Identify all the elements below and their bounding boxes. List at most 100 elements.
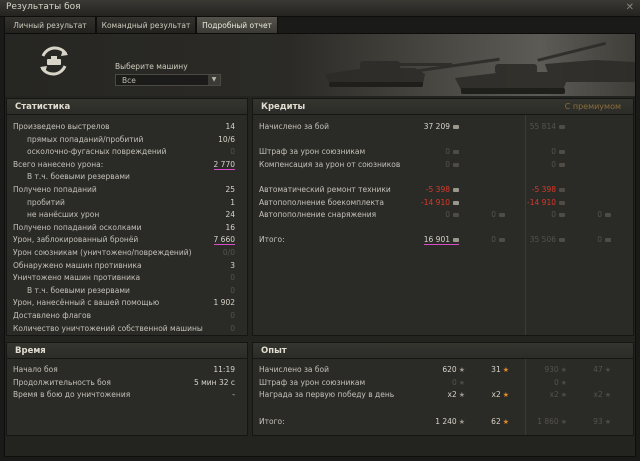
credit-value-a: 0 [445,210,459,219]
stat-row: В т.ч. боевыми резервами 0 [7,286,247,299]
xp-label: Награда за первую победу в день [259,390,395,400]
credits-icon [559,150,565,155]
stat-label: Количество уничтожений собственной машин… [13,323,203,333]
credit-value-d: 0 [597,210,611,219]
stat-row: Произведено выстрелов 14 [7,122,247,135]
credit-row: Автопополнение боекомплекта -14 910 -14 91… [253,198,633,211]
credit-value-a: -5 398 [426,185,459,194]
experience-header: Опыт [253,343,633,359]
credits-icon [559,188,565,192]
xp-amount: 930 [544,365,559,374]
credit-amount: 37 209 [423,122,450,131]
stat-row: Уничтожено машин противника 0 [7,273,247,286]
credit-value-a: 0 [445,147,459,156]
dropdown-arrow-icon[interactable]: ▼ [208,75,220,85]
credit-value-a: 16 901 [423,235,459,246]
credit-amount: -14 910 [421,197,450,207]
free-xp-star-icon: ★ [604,391,611,400]
xp-star-icon: ★ [560,366,567,374]
xp-label: Итого: [259,417,285,426]
credits-icon [453,213,459,218]
stat-row: Получено попаданий осколками 16 [7,223,247,236]
credit-value-c: 0 [551,210,565,219]
credit-row: Автоматический ремонт техники -5 398 -5 39… [253,185,633,198]
stat-label: Всего нанесено урона: [13,159,104,169]
stat-value: 0 [230,273,235,283]
stat-label: Обнаружено машин противника [13,260,142,270]
credit-label: Автоматический ремонт техники [259,185,391,194]
xp-amount: 620 [442,365,457,374]
tab-personal-result[interactable]: Личный результат [4,16,96,33]
stat-row: Урон, заблокированный бронёй 7 660 [7,235,247,248]
credits-heading: Кредиты [261,102,306,112]
stat-value: 2 770 [213,159,235,170]
stat-label: В т.ч. боевыми резервами [27,285,130,295]
vehicle-select-value: Все [122,76,136,85]
xp-star-icon: ★ [458,391,465,400]
vehicle-select[interactable]: Все ▼ [115,74,221,86]
xp-value-b: 62 ★ [491,417,509,426]
vehicle-banner: Выберите машину Все ▼ [5,34,635,96]
time-value: 11:19 [213,365,235,374]
credit-label: Начислено за бой [259,122,330,131]
xp-amount: 93 [593,417,603,426]
stat-value: 16 [225,222,235,232]
stat-row: прямых попаданий/пробитий 10/6 [7,135,247,148]
xp-star-icon: ★ [458,418,465,426]
credits-icon [499,238,505,243]
credit-amount: 0 [551,210,556,220]
xp-label: Начислено за бой [259,365,330,374]
credit-value-c: -5 398 [532,185,565,194]
credit-row [253,172,633,185]
stat-label: осколочно-фугасных повреждений [27,147,167,157]
stat-label: Уничтожено машин противника [13,273,141,283]
credit-label: Итого: [259,235,285,245]
experience-heading: Опыт [261,346,287,356]
stat-row: Всего нанесено урона: 2 770 [7,160,247,173]
credits-header: Кредиты С премиумом [253,99,633,115]
time-label: Продолжительность боя [13,377,111,387]
tab-team-result[interactable]: Командный результат [96,16,196,33]
free-xp-star-icon: ★ [604,366,611,374]
credit-amount: 55 814 [529,122,556,131]
stat-label: Урон, заблокированный бронёй [13,235,139,245]
time-row: Начало боя 11:19 [7,365,247,378]
xp-label: Штраф за урон союзникам [259,377,366,387]
stat-row: Обнаружено машин противника 3 [7,261,247,274]
credits-icon [453,125,459,129]
xp-value-a: 0 ★ [452,378,465,387]
stat-row: Получено попаданий 25 [7,185,247,198]
xp-amount: 1 240 [435,417,457,426]
tab-detailed-report[interactable]: Подробный отчет [196,16,278,33]
credits-icon [453,188,459,192]
credit-value-d: 0 [597,235,611,244]
credits-icon [453,150,459,155]
stat-row: Количество уничтожений собственной машин… [7,324,247,337]
stat-value: 1 902 [213,298,235,308]
xp-value-c: 930 ★ [544,365,567,374]
credit-amount: -14 910 [527,197,556,207]
stat-value: 0 [230,323,235,333]
window-titlebar: Результаты боя ✕ [0,0,640,17]
xp-amount: 1 860 [537,417,559,426]
free-xp-star-icon: ★ [502,418,509,426]
xp-amount: 62 [491,417,501,426]
credit-amount: 16 901 [423,235,450,245]
credit-amount: 0 [597,235,602,245]
stat-row: Урон союзникам (уничтожено/повреждений) 0… [7,248,247,261]
vehicle-select-label: Выберите машину [115,62,188,71]
credit-row: Итого: 16 901 0 35 506 0 [253,235,633,248]
stat-value: 7 660 [213,235,235,246]
xp-amount: 0 [553,377,559,387]
stat-value: 14 [225,122,235,131]
vehicle-cycle-icon[interactable] [35,42,73,80]
credit-value-c: 35 506 [530,235,565,244]
credit-label: Штраф за урон союзникам [259,147,366,157]
credit-amount: 0 [445,147,450,157]
xp-row [253,403,633,416]
credits-panel: Кредиты С премиумом Начислено за бой 37 2… [252,98,634,336]
credit-label: Автопополнение боекомплекта [259,197,384,207]
credit-label: Компенсация за урон от союзников [259,159,401,169]
xp-row: Штраф за урон союзникам 0 ★ 0 ★ [253,378,633,391]
close-icon[interactable]: ✕ [626,2,634,13]
